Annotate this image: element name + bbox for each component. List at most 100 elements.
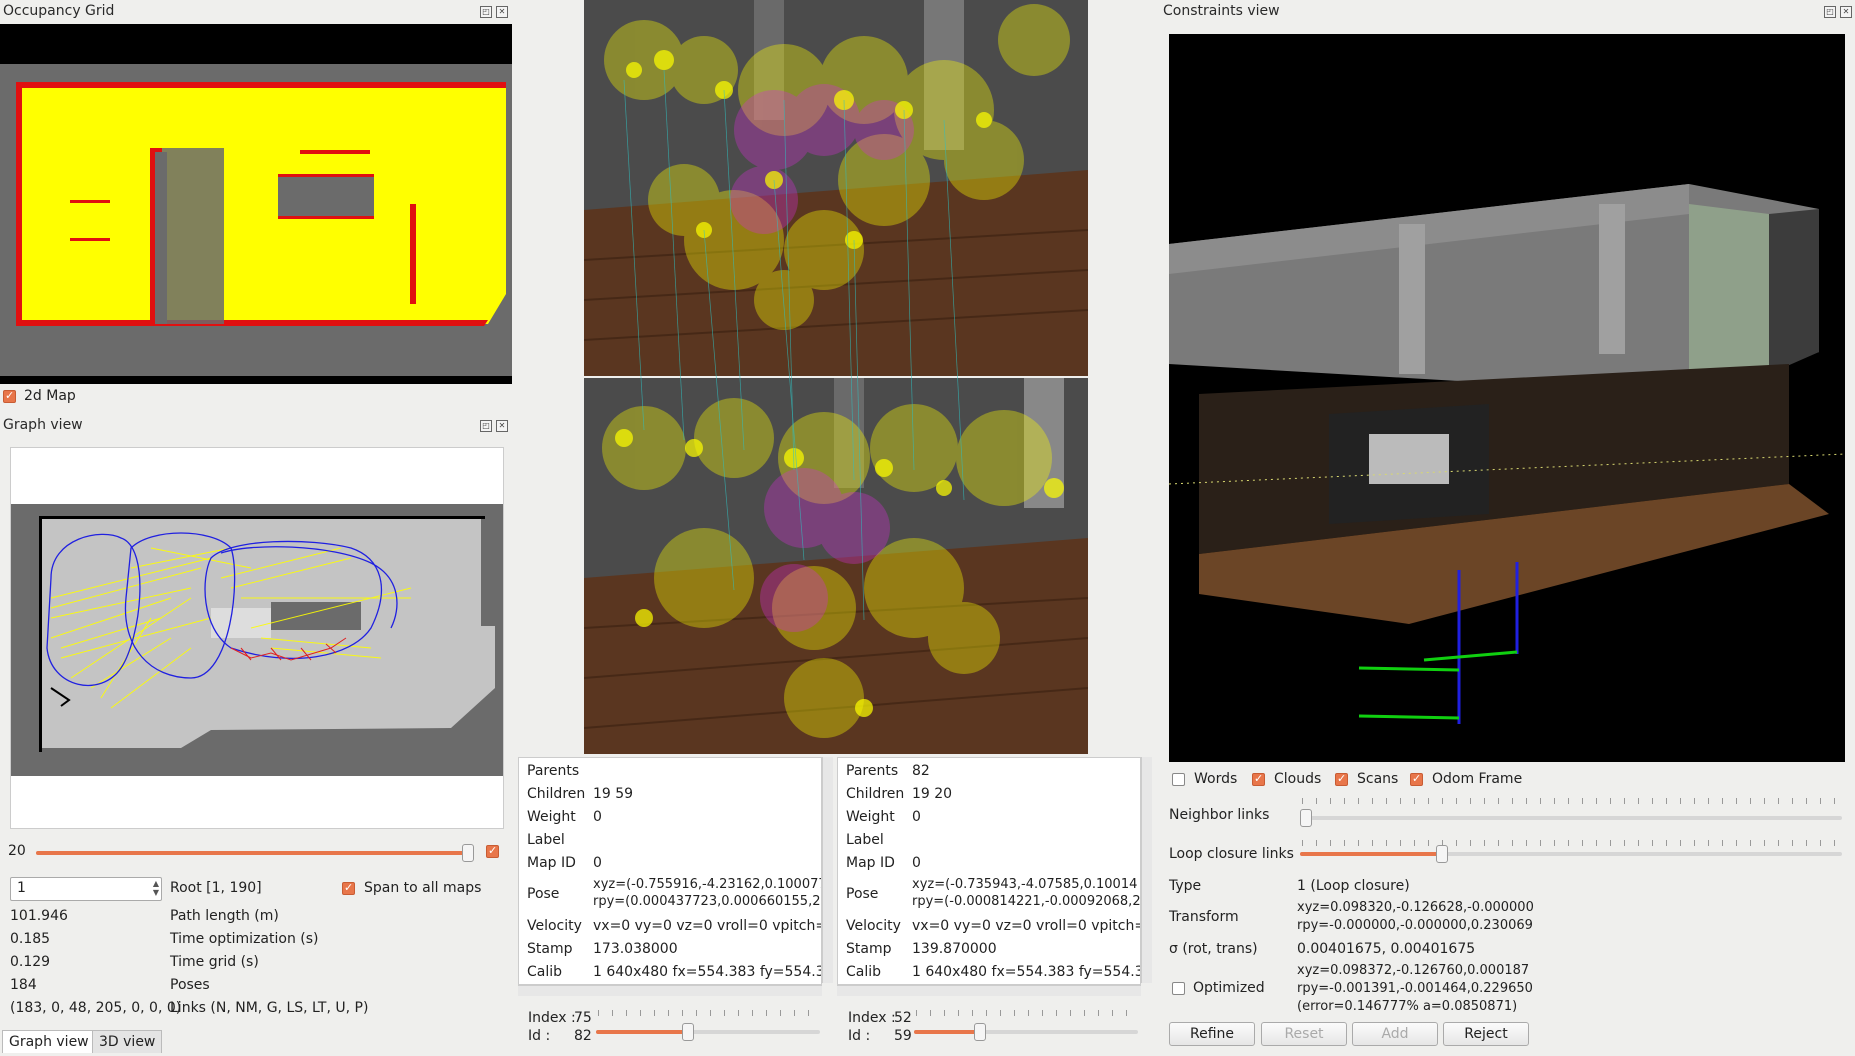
info-value: 82 (912, 763, 930, 779)
sigma-value: 0.00401675, 0.00401675 (1297, 941, 1476, 957)
slider-handle[interactable] (682, 1023, 694, 1041)
root-input-value: 1 (17, 880, 26, 896)
undock-icon[interactable]: ◰ (1824, 6, 1836, 18)
occupancy-map-image (0, 64, 512, 376)
info-key: Weight (527, 809, 576, 825)
tab-graph-view[interactable]: Graph view (2, 1030, 96, 1053)
constraints-view-title: Constraints view (1163, 3, 1280, 19)
info-value: 0 (593, 855, 602, 871)
info-value: 19 20 (912, 786, 953, 802)
undock-icon[interactable]: ◰ (480, 6, 492, 18)
pose-xyz: xyz=(-0.755916,-4.23162,0.100077 (593, 877, 822, 892)
right-info-vscroll[interactable] (1141, 757, 1152, 983)
info-value: vx=0 vy=0 vz=0 vroll=0 vpitch=0 v (912, 918, 1140, 934)
slider-handle[interactable] (1300, 809, 1312, 827)
info-value: 1 640x480 fx=554.383 fy=554.383 (912, 964, 1141, 980)
graph-iteration-slider[interactable] (36, 844, 474, 862)
type-value: 1 (Loop closure) (1297, 878, 1410, 894)
undock-icon[interactable]: ◰ (480, 420, 492, 432)
right-info-hscroll[interactable] (837, 985, 1141, 996)
reject-button[interactable]: Reject (1443, 1022, 1529, 1046)
slider-ticks (916, 1010, 1136, 1016)
slider-ticks (1302, 840, 1842, 846)
refine-button[interactable]: Refine (1169, 1022, 1255, 1046)
index-value: 52 (894, 1010, 912, 1026)
stat-label: Links (N, NM, G, LS, LT, U, P) (170, 1000, 369, 1016)
occupancy-grid-title: Occupancy Grid (3, 3, 115, 19)
image-view-bottom[interactable] (584, 378, 1088, 754)
span-all-maps-checkbox[interactable] (342, 881, 355, 895)
info-value: 139.870000 (912, 941, 997, 957)
graph-slider-value: 20 (8, 843, 26, 859)
clouds-checkbox[interactable] (1252, 772, 1265, 786)
info-key: Label (846, 832, 884, 848)
close-icon[interactable]: ✕ (496, 420, 508, 432)
right-index-slider[interactable] (914, 1023, 1138, 1041)
odom-frame-checkbox[interactable] (1410, 772, 1423, 786)
root-label: Root [1, 190] (170, 880, 262, 896)
neighbor-links-slider[interactable] (1300, 809, 1842, 827)
stat-label: Poses (170, 977, 210, 993)
map2d-checkbox[interactable] (3, 389, 16, 403)
optimized-xyz: xyz=0.098372,-0.126760,0.000187 (1297, 963, 1530, 978)
image-view-top[interactable] (584, 0, 1088, 376)
optimized-checkbox[interactable] (1172, 982, 1185, 995)
stat-value: 0.185 (10, 931, 51, 947)
scans-label: Scans (1357, 771, 1399, 787)
id-value: 82 (574, 1028, 592, 1044)
left-info-vscroll[interactable] (822, 757, 833, 983)
words-label: Words (1194, 771, 1238, 787)
words-checkbox[interactable] (1172, 773, 1185, 786)
root-spinbox[interactable]: 1 ▲ ▼ (10, 877, 162, 901)
sigma-label: σ (rot, trans) (1169, 941, 1258, 957)
slider-handle[interactable] (974, 1023, 986, 1041)
info-key: Calib (846, 964, 882, 980)
info-value: 0 (593, 809, 602, 825)
info-key: Calib (527, 964, 563, 980)
info-key: Parents (527, 763, 580, 779)
pose-key: Pose (846, 886, 879, 902)
add-button[interactable]: Add (1352, 1022, 1438, 1046)
optimized-error: (error=0.146777% a=0.0850871) (1297, 999, 1518, 1014)
info-key: Weight (846, 809, 895, 825)
loop-closure-links-slider[interactable] (1300, 845, 1842, 863)
spin-arrows-icon[interactable]: ▲ ▼ (153, 879, 159, 897)
span-all-maps-label: Span to all maps (364, 880, 482, 896)
slider-ticks (1302, 798, 1842, 804)
id-value: 59 (894, 1028, 912, 1044)
index-value: 75 (574, 1010, 592, 1026)
transform-label: Transform (1169, 909, 1239, 925)
tab-3d-view[interactable]: 3D view (92, 1030, 163, 1053)
info-key: Stamp (846, 941, 892, 957)
pose-key: Pose (527, 886, 560, 902)
reset-button[interactable]: Reset (1261, 1022, 1347, 1046)
node-info-right: Parents 82 Children 19 20 Weight 0 Label Ma… (837, 757, 1141, 985)
graph-map-image (11, 504, 503, 776)
stat-value: 184 (10, 977, 37, 993)
loop-closure-links-label: Loop closure links (1169, 846, 1294, 862)
left-index-slider[interactable] (596, 1023, 820, 1041)
feature-image-top (584, 0, 1088, 376)
info-key: Label (527, 832, 565, 848)
scans-checkbox[interactable] (1335, 772, 1348, 786)
slider-handle[interactable] (462, 844, 474, 862)
id-label: Id : (528, 1028, 551, 1044)
constraints-scene (1169, 184, 1845, 724)
graph-view-title: Graph view (3, 417, 83, 433)
slider-handle[interactable] (1436, 845, 1448, 863)
occupancy-grid-canvas[interactable] (0, 24, 512, 384)
index-label: Index : (848, 1010, 896, 1026)
stat-label: Path length (m) (170, 908, 279, 924)
constraints-3d-view[interactable] (1169, 34, 1845, 762)
stat-value: (183, 0, 48, 205, 0, 0, 0) (10, 1000, 182, 1016)
optimized-label: Optimized (1193, 980, 1265, 996)
pose-rpy: rpy=(-0.000814221,-0.00092068,2 (912, 894, 1141, 909)
info-key: Velocity (527, 918, 582, 934)
graph-slider-checkbox[interactable] (486, 844, 499, 858)
left-info-hscroll[interactable] (518, 985, 822, 996)
graph-view-canvas[interactable] (10, 447, 504, 829)
close-icon[interactable]: ✕ (1840, 6, 1852, 18)
info-value: 0 (912, 809, 921, 825)
type-label: Type (1169, 878, 1202, 894)
close-icon[interactable]: ✕ (496, 6, 508, 18)
